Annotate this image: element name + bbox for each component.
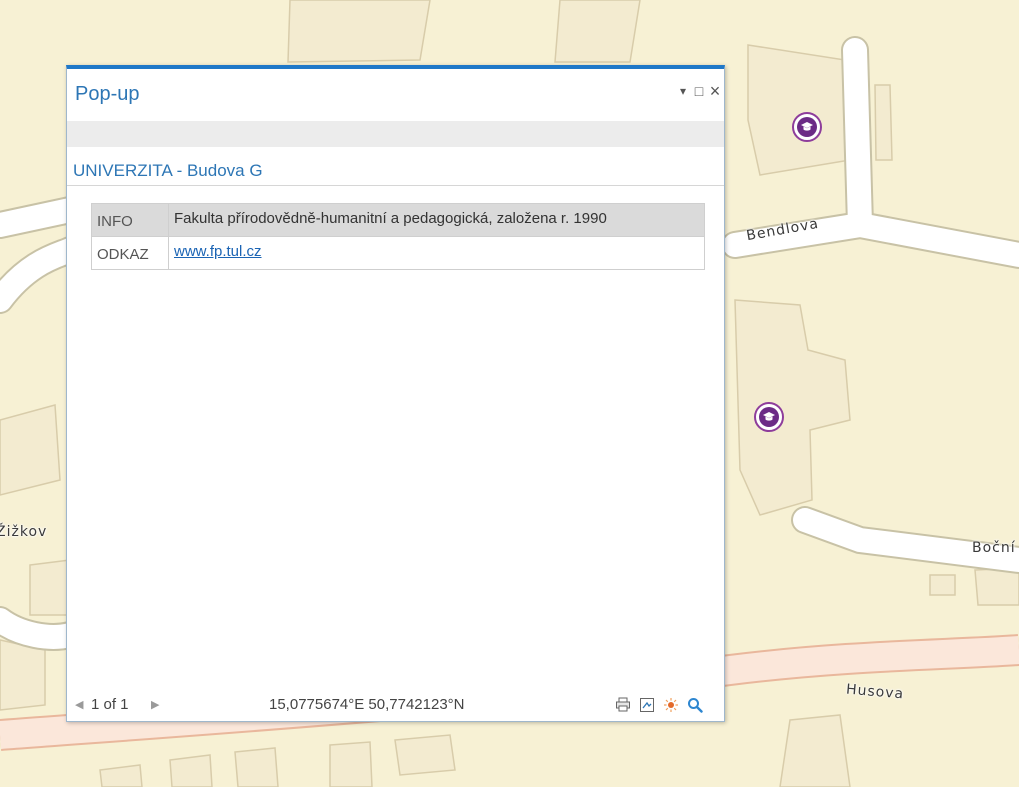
attribute-table: INFO Fakulta přírodovědně-humanitní a pe… xyxy=(91,203,705,270)
attribute-key: ODKAZ xyxy=(91,236,169,270)
attribute-key: INFO xyxy=(91,203,169,237)
attribute-value: www.fp.tul.cz xyxy=(168,236,705,270)
link-fp-tul[interactable]: www.fp.tul.cz xyxy=(174,243,262,260)
popup-pane: Pop-up ▾ □ × UNIVERZITA - Budova G INFO … xyxy=(66,65,725,722)
building xyxy=(554,0,641,63)
graduation-cap-icon xyxy=(797,117,817,137)
previous-feature-button[interactable]: ◀ xyxy=(75,698,83,711)
university-poi-marker[interactable] xyxy=(754,402,784,432)
popup-title: Pop-up xyxy=(75,83,140,105)
building xyxy=(29,559,71,616)
building xyxy=(779,714,851,787)
table-row: ODKAZ www.fp.tul.cz xyxy=(91,236,705,270)
attribute-value: Fakulta přírodovědně-humanitní a pedagog… xyxy=(168,203,705,237)
building xyxy=(747,44,851,176)
building xyxy=(0,639,46,711)
building xyxy=(169,754,213,787)
export-icon[interactable] xyxy=(637,695,657,715)
page-indicator: 1 of 1 xyxy=(91,696,129,713)
maximize-button[interactable]: □ xyxy=(691,83,707,99)
building xyxy=(929,574,956,596)
divider xyxy=(67,185,724,186)
pin-dropdown-button[interactable]: ▾ xyxy=(675,83,691,99)
building xyxy=(874,84,893,161)
street-label-zizkova: Žižkov xyxy=(0,524,48,540)
building xyxy=(974,567,1019,606)
coordinate-readout: 15,0775674°E 50,7742123°N xyxy=(269,696,465,713)
close-button[interactable]: × xyxy=(707,82,723,100)
next-feature-button[interactable]: ▶ xyxy=(151,698,159,711)
street-label-bocni: Boční xyxy=(972,540,1016,556)
building xyxy=(394,734,456,776)
building xyxy=(329,741,373,787)
table-row: INFO Fakulta přírodovědně-humanitní a pe… xyxy=(91,203,705,237)
zoom-to-icon[interactable] xyxy=(685,695,705,715)
building xyxy=(234,747,279,787)
building xyxy=(287,0,431,63)
feature-title: UNIVERZITA - Budova G xyxy=(73,161,263,180)
print-icon[interactable] xyxy=(613,695,633,715)
building xyxy=(0,404,61,496)
popup-titlebar[interactable]: Pop-up ▾ □ × xyxy=(67,69,724,121)
flash-icon[interactable] xyxy=(661,695,681,715)
popup-toolbar-strip xyxy=(67,121,724,147)
graduation-cap-icon xyxy=(759,407,779,427)
university-poi-marker[interactable] xyxy=(792,112,822,142)
popup-footer: ◀ 1 of 1 ▶ 15,0775674°E 50,7742123°N xyxy=(67,691,724,721)
